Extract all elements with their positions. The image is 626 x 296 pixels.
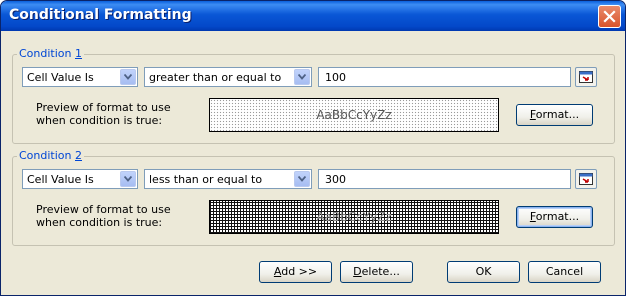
condition-2-value-input[interactable]: 300	[318, 169, 571, 189]
condition-1-group: Condition 1 Cell Value Is greater than o…	[12, 47, 615, 144]
cancel-button[interactable]: Cancel	[528, 261, 601, 283]
condition-1-value-input[interactable]: 100	[318, 67, 571, 87]
condition-2-format-button[interactable]: Format...	[516, 206, 593, 228]
condition-2-group: Condition 2 Cell Value Is less than or e…	[12, 149, 615, 246]
collapse-dialog-icon	[579, 71, 593, 83]
condition-2-label: Condition 2	[17, 149, 84, 162]
condition-1-format-button[interactable]: Format...	[516, 104, 593, 126]
collapse-dialog-icon	[579, 173, 593, 185]
condition-2-type-value: Cell Value Is	[27, 173, 94, 186]
dialog-title: Conditional Formatting	[9, 7, 192, 23]
condition-1-preview-text: AaBbCcYyZz	[316, 108, 392, 122]
condition-1-operator-value: greater than or equal to	[149, 71, 282, 84]
delete-condition-button[interactable]: Delete...	[340, 261, 413, 283]
condition-1-operator-select[interactable]: greater than or equal to	[144, 67, 312, 87]
condition-2-preview-label: Preview of format to use when condition …	[36, 203, 171, 229]
dropdown-arrow[interactable]	[120, 69, 136, 85]
condition-2-operator-value: less than or equal to	[149, 173, 263, 186]
condition-2-range-picker[interactable]	[575, 169, 597, 189]
condition-2-preview-text: AaBbCcYyZz	[316, 210, 392, 224]
chevron-down-icon	[298, 74, 306, 80]
condition-2-format-preview: AaBbCcYyZz	[209, 200, 499, 234]
condition-1-type-value: Cell Value Is	[27, 71, 94, 84]
add-condition-button[interactable]: Add >>	[259, 261, 332, 283]
title-bar[interactable]: Conditional Formatting	[1, 1, 625, 31]
ok-button[interactable]: OK	[447, 261, 520, 283]
dropdown-arrow[interactable]	[120, 171, 136, 187]
condition-2-operator-select[interactable]: less than or equal to	[144, 169, 312, 189]
condition-1-type-select[interactable]: Cell Value Is	[22, 67, 138, 87]
close-button[interactable]	[598, 5, 621, 28]
dropdown-arrow[interactable]	[294, 69, 310, 85]
conditional-formatting-dialog: Conditional Formatting Condition 1 Cell …	[0, 0, 626, 296]
condition-2-type-select[interactable]: Cell Value Is	[22, 169, 138, 189]
condition-1-format-preview: AaBbCcYyZz	[209, 98, 499, 132]
dropdown-arrow[interactable]	[294, 171, 310, 187]
condition-1-range-picker[interactable]	[575, 67, 597, 87]
condition-1-label: Condition 1	[17, 47, 84, 60]
close-icon	[603, 10, 616, 23]
chevron-down-icon	[124, 176, 132, 182]
chevron-down-icon	[298, 176, 306, 182]
chevron-down-icon	[124, 74, 132, 80]
condition-1-preview-label: Preview of format to use when condition …	[36, 101, 171, 127]
